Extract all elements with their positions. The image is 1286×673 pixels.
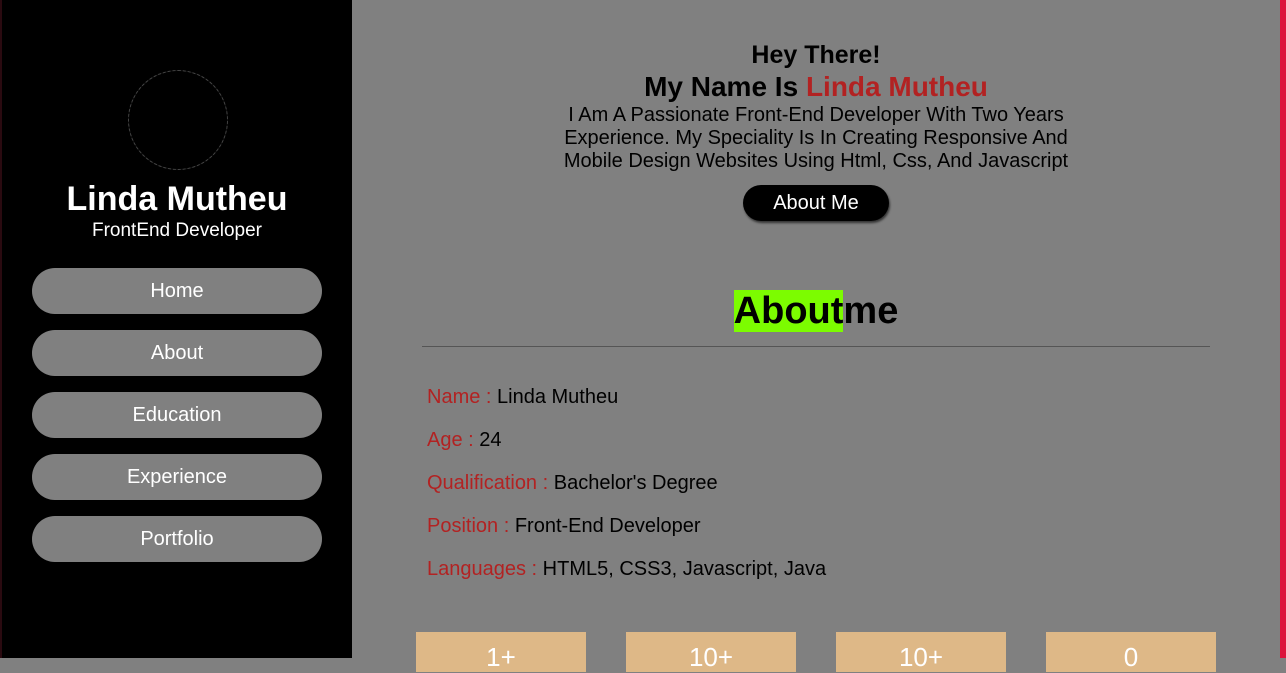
stat-card: 0: [1046, 632, 1216, 672]
nav-home[interactable]: Home: [32, 268, 322, 314]
hero-greeting: Hey There!: [751, 41, 881, 69]
sidebar-role: FrontEnd Developer: [91, 220, 263, 241]
right-edge: [1280, 0, 1286, 658]
hero-name: Linda Mutheu: [805, 71, 988, 102]
info-value: Linda Mutheu: [497, 386, 619, 408]
info-row-languages: Languages : HTML5, CSS3, Javascript, Jav…: [427, 558, 826, 601]
main-content: Hey There! My Name Is Linda Mutheu I Am …: [352, 0, 1280, 672]
nav-portfolio[interactable]: Portfolio: [32, 516, 322, 562]
section-title: Aboutme: [352, 290, 1280, 333]
info-key: Position :: [427, 515, 510, 537]
sidebar-name: Linda Mutheu: [66, 180, 288, 218]
info-key: Qualification :: [427, 472, 549, 494]
info-value: Bachelor's Degree: [553, 472, 718, 494]
stat-card: 10+: [836, 632, 1006, 672]
nav-experience[interactable]: Experience: [32, 454, 322, 500]
info-key: Age :: [427, 429, 474, 451]
sidebar: Linda Mutheu FrontEnd Developer Home Abo…: [2, 0, 352, 658]
hero-name-prefix: My Name Is: [644, 71, 806, 102]
info-key: Languages :: [427, 558, 538, 580]
info-row-position: Position : Front-End Developer: [427, 515, 826, 558]
info-key: Name :: [427, 386, 492, 408]
info-row-name: Name : Linda Mutheu: [427, 386, 826, 429]
info-row-qualification: Qualification : Bachelor's Degree: [427, 472, 826, 515]
about-info-list: Name : Linda Mutheu Age : 24 Qualificati…: [427, 386, 826, 601]
avatar: [128, 70, 228, 170]
hero-intro: I Am A Passionate Front-End Developer Wi…: [563, 104, 1069, 172]
hero-name-line: My Name Is Linda Mutheu: [352, 70, 1280, 104]
nav-education[interactable]: Education: [32, 392, 322, 438]
section-title-highlight: About: [733, 290, 844, 332]
divider: [422, 346, 1210, 347]
stat-card: 10+: [626, 632, 796, 672]
sidebar-nav: Home About Education Experience Portfoli…: [32, 268, 322, 578]
info-row-age: Age : 24: [427, 429, 826, 472]
info-value: HTML5, CSS3, Javascript, Java: [542, 558, 827, 580]
hero: Hey There! My Name Is Linda Mutheu I Am …: [352, 40, 1280, 221]
info-value: Front-End Developer: [514, 515, 701, 537]
info-value: 24: [479, 429, 502, 451]
section-title-rest: me: [843, 290, 899, 332]
about-me-button[interactable]: About Me: [743, 185, 889, 221]
nav-about[interactable]: About: [32, 330, 322, 376]
stat-card: 1+: [416, 632, 586, 672]
